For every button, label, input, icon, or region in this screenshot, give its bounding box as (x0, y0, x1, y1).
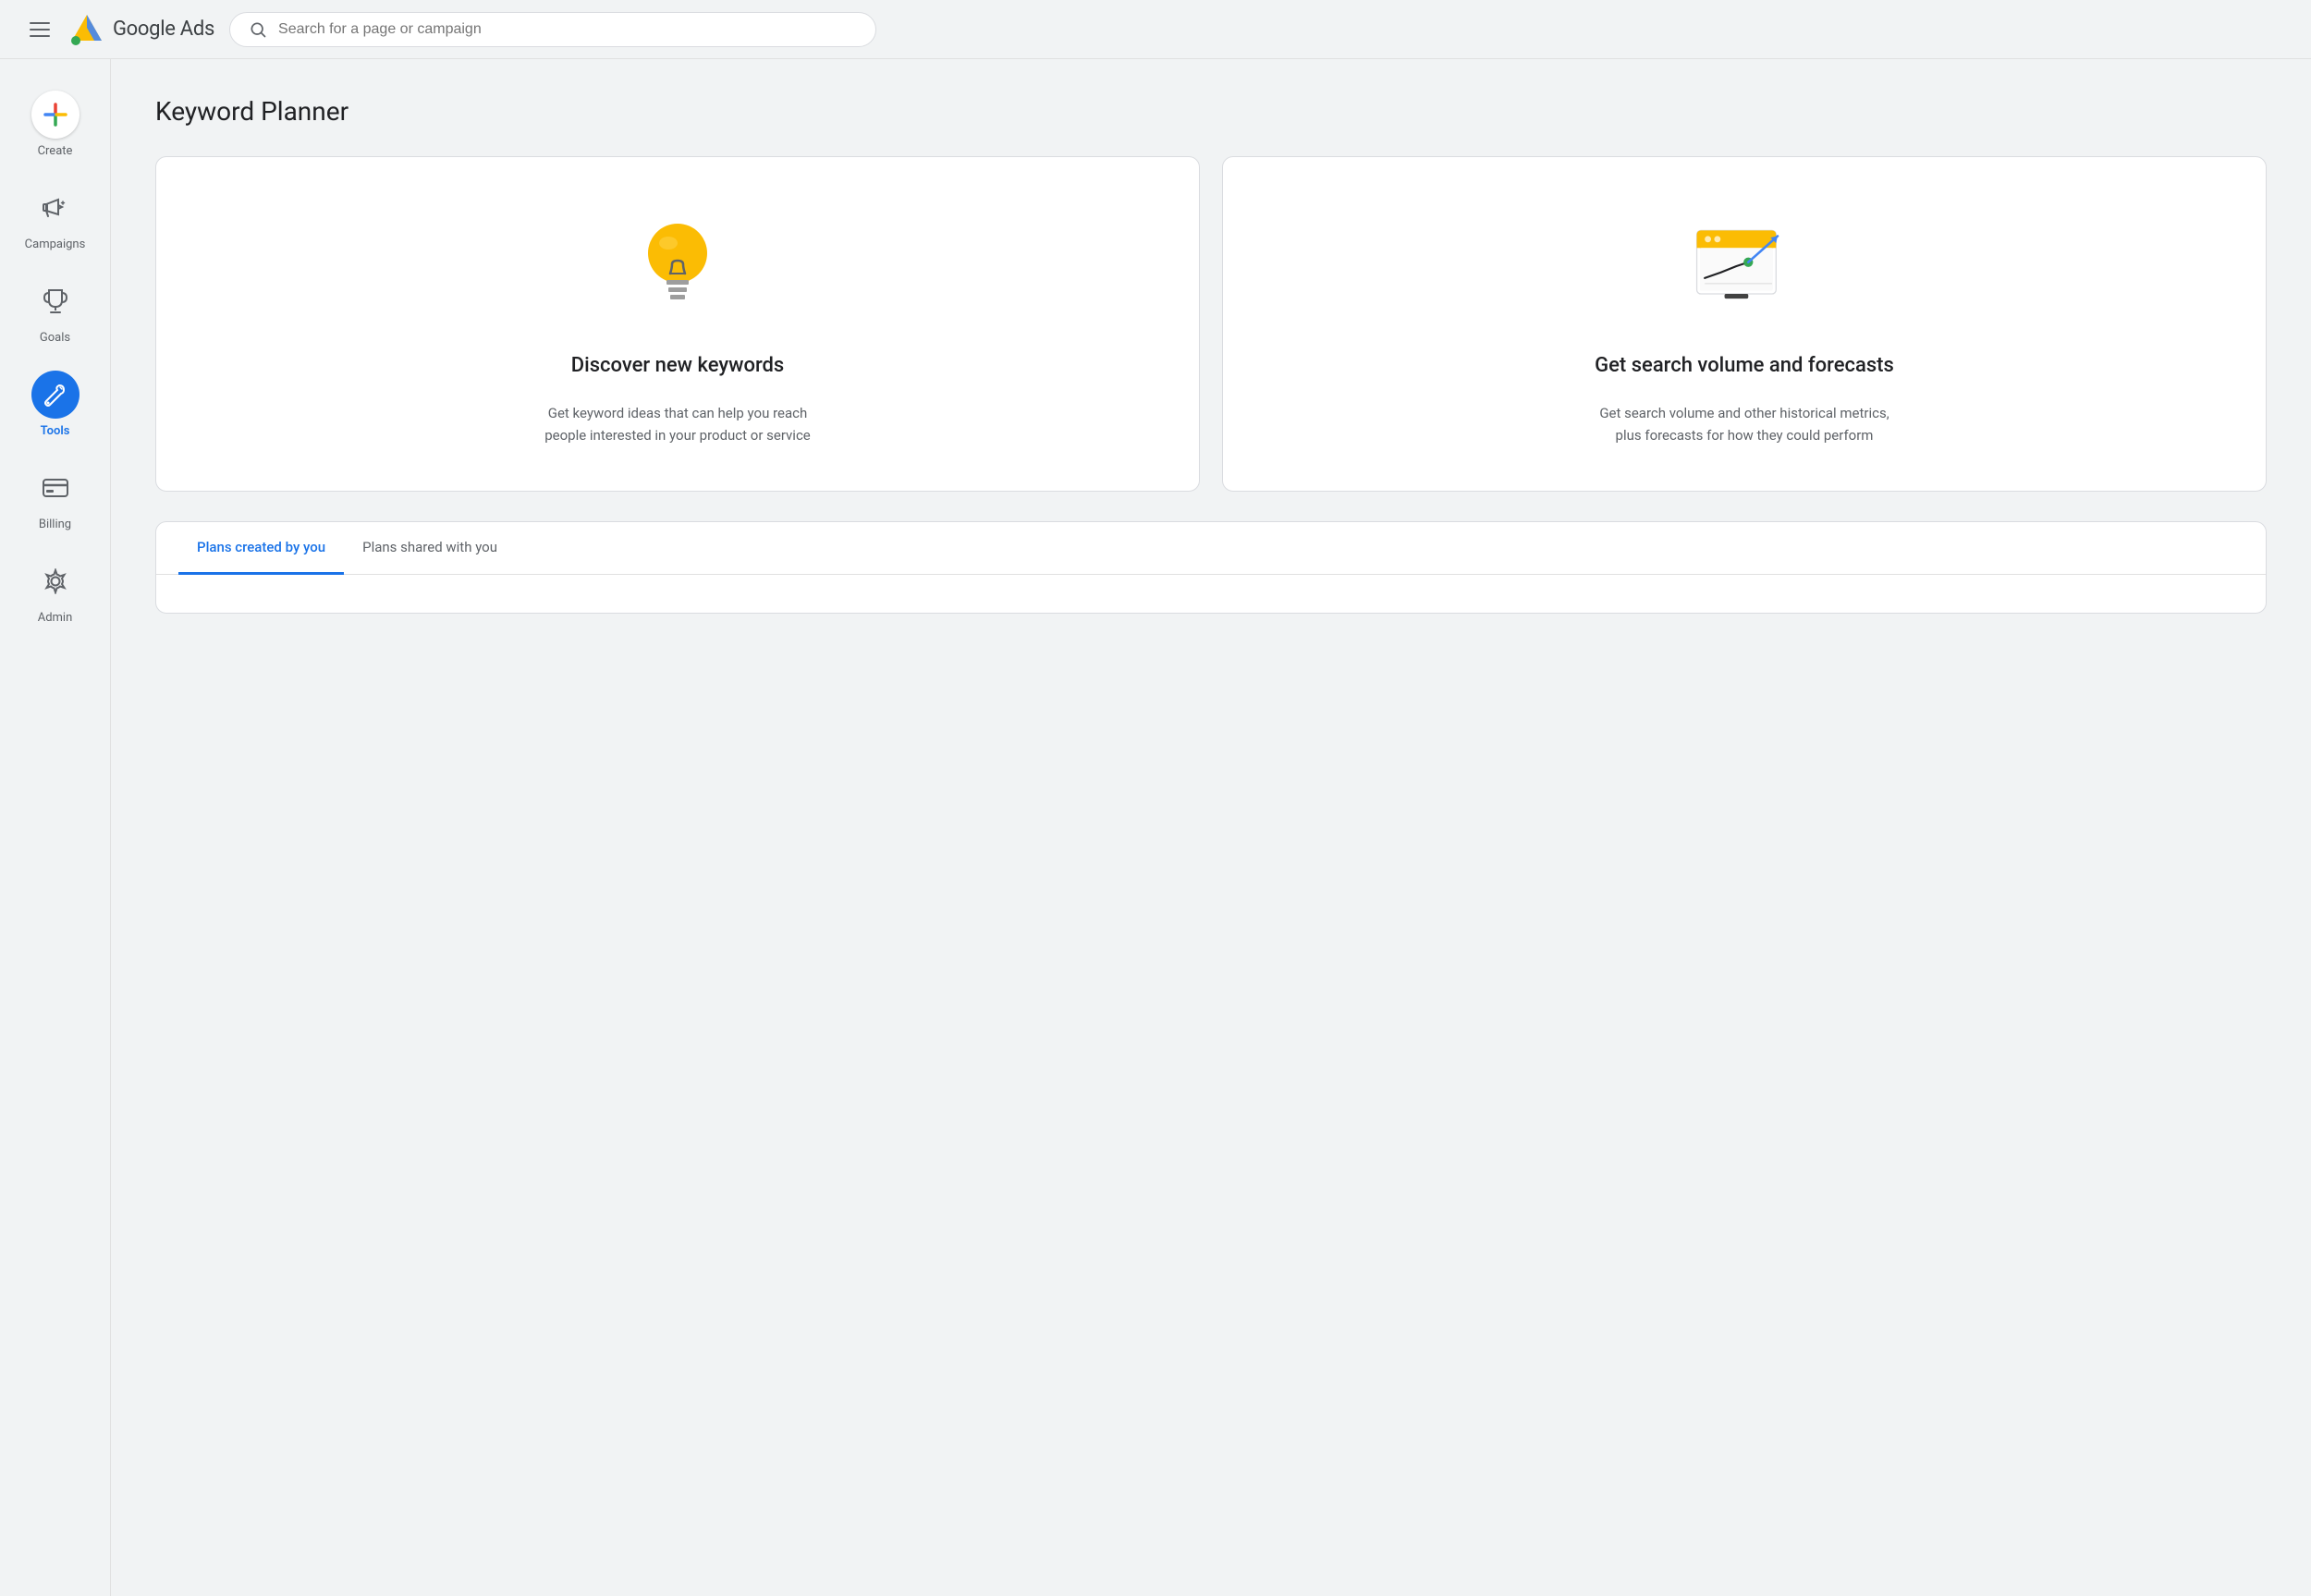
sidebar-item-admin-label: Admin (38, 611, 73, 625)
search-bar[interactable] (229, 12, 876, 47)
google-ads-logo-icon (68, 11, 105, 48)
tab-plans-shared-with-you[interactable]: Plans shared with you (344, 522, 516, 575)
main-content: Keyword Planner (111, 59, 2311, 1596)
billing-icon-wrap (31, 464, 79, 512)
create-icon-wrap (31, 91, 79, 139)
main-layout: Create Campaigns (0, 59, 2311, 1596)
header-left: Google Ads (22, 11, 214, 48)
sidebar-item-billing[interactable]: Billing (0, 455, 110, 541)
tab-plans-created-by-you[interactable]: Plans created by you (178, 522, 344, 575)
search-input[interactable] (278, 21, 857, 38)
search-icon (249, 20, 267, 39)
sidebar-item-create-label: Create (38, 144, 73, 158)
logo-container: Google Ads (68, 11, 214, 48)
sidebar-item-campaigns[interactable]: Campaigns (0, 175, 110, 261)
trophy-icon (43, 287, 68, 315)
sidebar-item-tools[interactable]: Tools (0, 361, 110, 447)
creditcard-icon (42, 477, 69, 499)
sidebar-item-create[interactable]: Create (0, 81, 110, 167)
sidebar-item-campaigns-label: Campaigns (25, 238, 86, 251)
sidebar-item-goals[interactable]: Goals (0, 268, 110, 354)
search-volume-title: Get search volume and forecasts (1595, 353, 1894, 380)
plans-panel: Plans created by you Plans shared with y… (155, 521, 2267, 614)
page-title: Keyword Planner (155, 96, 2267, 127)
tools-icon-wrap (31, 371, 79, 419)
admin-icon-wrap (31, 557, 79, 605)
cards-grid: Discover new keywords Get keyword ideas … (155, 156, 2267, 492)
goals-icon-wrap (31, 277, 79, 325)
app-title: Google Ads (113, 18, 214, 41)
plus-multicolor-icon (43, 102, 68, 128)
campaigns-icon-wrap (31, 184, 79, 232)
search-volume-card[interactable]: Get search volume and forecasts Get sear… (1222, 156, 2267, 492)
sidebar-item-tools-label: Tools (41, 424, 70, 438)
megaphone-icon (42, 194, 69, 222)
sidebar-item-billing-label: Billing (39, 518, 71, 531)
menu-button[interactable] (22, 15, 57, 44)
search-volume-desc: Get search volume and other historical m… (1596, 402, 1892, 446)
wrench-icon (43, 383, 67, 407)
plans-tabs: Plans created by you Plans shared with y… (156, 522, 2266, 575)
discover-keywords-title: Discover new keywords (571, 353, 785, 380)
gear-icon (43, 568, 68, 594)
lightbulb-icon (622, 201, 733, 331)
app-header: Google Ads (0, 0, 2311, 59)
chart-forecast-icon (1689, 201, 1800, 331)
sidebar: Create Campaigns (0, 59, 111, 1596)
discover-keywords-desc: Get keyword ideas that can help you reac… (530, 402, 825, 446)
sidebar-item-goals-label: Goals (40, 331, 70, 345)
discover-keywords-card[interactable]: Discover new keywords Get keyword ideas … (155, 156, 1200, 492)
sidebar-item-admin[interactable]: Admin (0, 548, 110, 634)
